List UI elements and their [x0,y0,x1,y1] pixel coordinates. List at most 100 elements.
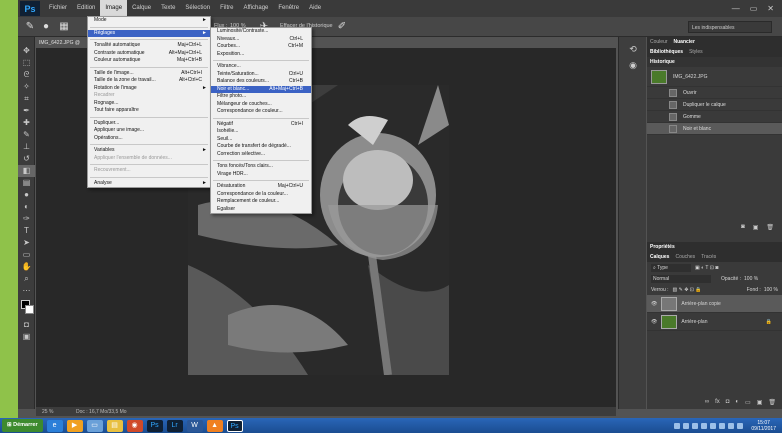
adjust_menu-item[interactable]: Virage HDR... [211,171,311,179]
dodge-tool-icon[interactable]: ◐ [18,201,35,213]
image_menu-item[interactable]: Rotation de l'image ► [88,85,210,93]
minimize-icon[interactable]: — [732,4,740,13]
brush-size-icon[interactable]: ● [40,21,52,33]
adjust_menu-item[interactable]: Balance des couleurs... Ctrl+B [211,78,311,86]
lightroom-taskbar-icon[interactable]: Lr [166,419,183,432]
color-swatches[interactable] [18,297,35,319]
adjust_menu-item[interactable]: Niveaux... Ctrl+L [211,36,311,44]
image_menu-item[interactable]: Rognage... [88,100,210,108]
adjust_menu-item[interactable]: Luminosité/Contraste... [211,28,311,36]
adjust_menu-item[interactable]: Seuil... [211,136,311,144]
image_menu-item[interactable]: Appliquer une image... [88,127,210,135]
adjust_menu-item[interactable]: Teinte/Saturation... Ctrl+U [211,71,311,79]
ie-icon[interactable]: e [46,419,63,432]
properties-title[interactable]: Propriétés [647,244,678,250]
menu-image[interactable]: Image [100,0,128,17]
adjust_menu-item[interactable]: Négatif Ctrl+I [211,121,311,129]
word-icon[interactable]: W [186,419,203,432]
image_menu-item[interactable]: Analyse ► [88,180,210,188]
menu-calque[interactable]: Calque [127,0,156,17]
healing-tool-icon[interactable]: ✚ [18,117,35,129]
shape-tool-icon[interactable]: ▭ [18,249,35,261]
image_menu-item[interactable]: Mode ► [88,17,210,25]
new-doc-icon[interactable]: ▣ [753,224,759,234]
blur-tool-icon[interactable]: ● [18,189,35,201]
link-icon[interactable]: ∞ [705,399,709,406]
brush-panel-icon[interactable]: ▦ [58,21,70,33]
history-title[interactable]: Historique [647,59,678,65]
tray-icon[interactable] [674,422,681,429]
menu-edition[interactable]: Edition [72,0,100,17]
photoshop-taskbar-icon[interactable]: Ps [146,419,163,432]
adjust_menu-item[interactable]: Filtre photo... [211,93,311,101]
layer-row[interactable]: 👁 Arrière-plan 🔒 [647,313,782,331]
image_menu-item[interactable]: Couleur automatique Maj+Ctrl+B [88,57,210,65]
fx-icon[interactable]: fx [715,399,720,406]
folder-icon[interactable]: ▭ [745,399,751,406]
quick-select-tool-icon[interactable]: ✧ [18,81,35,93]
filter-icons[interactable]: ▣ ◐ T ⊡ ◙ [695,265,718,271]
history-row[interactable]: Gomme [647,111,782,123]
layer-filter-select[interactable]: ⌕ Type [651,263,691,272]
type-tool-icon[interactable]: T [18,225,35,237]
zoom-level[interactable]: 25 % [42,409,53,415]
workspace-select[interactable]: Les indispensables [688,21,772,33]
start-button[interactable]: ⊞ Démarrer [2,419,43,432]
eye-icon[interactable]: 👁 [651,301,657,307]
adjust_menu-item[interactable]: Egaliser [211,206,311,214]
adjust_menu-item[interactable]: Courbe de transfert de dégradé... [211,143,311,151]
vlc-icon[interactable]: ▲ [206,419,223,432]
tray-icon[interactable] [719,422,726,429]
tab-traces[interactable]: Tracés [698,254,719,260]
image_menu-item[interactable]: Tout faire apparaître [88,107,210,115]
image_menu-item[interactable]: Taille de l'image... Alt+Ctrl+I [88,70,210,78]
hand-tool-icon[interactable]: ✋ [18,261,35,273]
more-tools-icon[interactable]: ⋯ [18,285,35,297]
tab-calques[interactable]: Calques [647,254,672,260]
tab-couches[interactable]: Couches [672,254,698,260]
history-row[interactable]: Dupliquer le calque [647,99,782,111]
lock-icons[interactable]: ▨ ✎ ✥ ⊡ 🔒 [673,287,702,293]
adjust_menu-item[interactable]: Correspondance de la couleur... [211,191,311,199]
layer-row[interactable]: 👁 Arrière-plan copie [647,295,782,313]
clock[interactable]: 15:07 09/11/2017 [751,420,782,432]
mask-icon[interactable]: ◘ [726,399,730,406]
tab-nuancier[interactable]: Nuancier [671,39,698,45]
pressure-icon[interactable]: ✐ [336,21,348,33]
image_menu-item[interactable]: Variables ► [88,147,210,155]
image_menu-item[interactable]: Taille de la zone de travail... Alt+Ctrl+… [88,77,210,85]
properties-panel-icon[interactable]: ◉ [619,57,647,73]
marquee-tool-icon[interactable]: ⬚ [18,57,35,69]
menu-filtre[interactable]: Filtre [215,0,238,17]
gradient-tool-icon[interactable]: ▤ [18,177,35,189]
menu-texte[interactable]: Texte [156,0,180,17]
fill-value[interactable]: 100 % [764,287,778,293]
eraser-tool-icon[interactable]: ◧ [18,165,35,177]
chrome-icon[interactable]: ◉ [126,419,143,432]
tray-icon[interactable] [737,422,744,429]
tab-bibliotheques[interactable]: Bibliothèques [647,49,686,55]
menu-selection[interactable]: Sélection [180,0,215,17]
folder-icon[interactable]: ▭ [86,419,103,432]
tray-icon[interactable] [683,422,690,429]
tray-icon[interactable] [692,422,699,429]
adjustment-icon[interactable]: ◐ [735,399,739,406]
adjust_menu-item[interactable]: Isohélie... [211,128,311,136]
trash-icon[interactable]: 🗑 [768,399,776,406]
image_menu-item[interactable]: Dupliquer... [88,120,210,128]
tab-couleur[interactable]: Couleur [647,39,671,45]
image_menu-item[interactable]: Contraste automatique Alt+Maj+Ctrl+L [88,50,210,58]
close-icon[interactable]: ✕ [767,4,774,13]
blend-mode-select[interactable]: Normal [651,274,711,283]
screen-mode-icon[interactable]: ▣ [18,331,35,343]
adjust_menu-item[interactable]: Vibrance... [211,63,311,71]
zoom-tool-icon[interactable]: ⌕ [18,273,35,285]
adjust_menu-item[interactable]: Exposition... [211,51,311,59]
history-snapshot[interactable]: IMG_6422.JPG [647,67,782,87]
adjust_menu-item[interactable]: Correspondance de couleur... [211,108,311,116]
menu-aide[interactable]: Aide [304,0,326,17]
adjust_menu-item[interactable]: Courbes... Ctrl+M [211,43,311,51]
new-layer-icon[interactable]: ▣ [757,399,763,406]
eye-icon[interactable]: 👁 [651,319,657,325]
photoshop-active-icon[interactable]: Ps [226,419,243,432]
